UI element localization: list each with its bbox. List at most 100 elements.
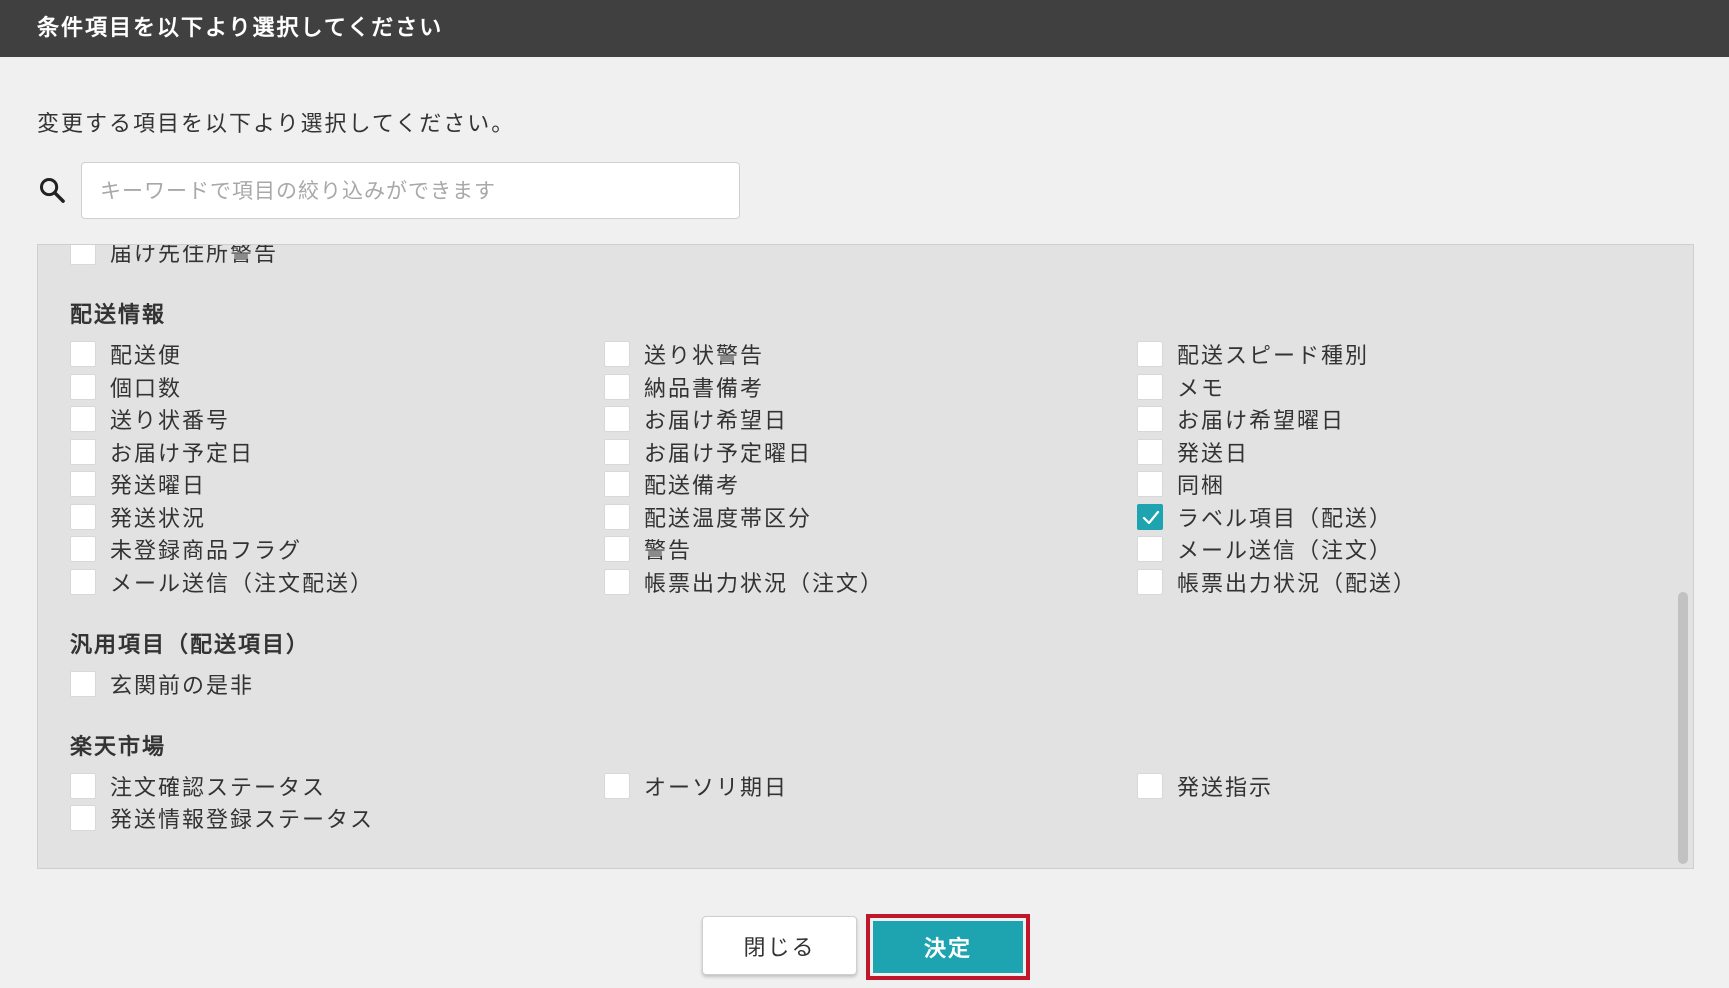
- checkbox-label: 配送スピード種別: [1177, 344, 1370, 369]
- checkbox-item[interactable]: 配送備考: [604, 469, 740, 499]
- checkbox[interactable]: [70, 569, 96, 595]
- checkbox-label: 警告: [644, 539, 693, 564]
- checkbox-item[interactable]: 送り状警告: [604, 339, 764, 369]
- checkbox-label: 同梱: [1177, 474, 1226, 499]
- checkbox-label: 発送情報登録ステータス: [110, 808, 375, 833]
- checkbox-label: 発送曜日: [110, 474, 207, 499]
- checkbox-item[interactable]: 帳票出力状況（注文）: [604, 567, 884, 597]
- checkbox[interactable]: [604, 536, 630, 562]
- field-list-panel[interactable]: 届け先住所警告 配送情報 配送便 送り状警告 配送スピード種別 個口数 納品書備…: [37, 244, 1694, 869]
- checkbox-item[interactable]: 警告: [604, 534, 692, 564]
- checkbox-item[interactable]: 配送温度帯区分: [604, 502, 812, 532]
- checkbox-item[interactable]: オーソリ期日: [604, 771, 788, 801]
- checkbox-label: お届け予定曜日: [644, 442, 813, 467]
- checkbox-label: 配送備考: [644, 474, 741, 499]
- checkbox[interactable]: [1137, 569, 1163, 595]
- checkbox-label: 未登録商品フラグ: [110, 539, 303, 564]
- checkbox-item[interactable]: メール送信（注文）: [1137, 534, 1393, 564]
- checkbox-item[interactable]: お届け予定日: [70, 437, 254, 467]
- checkbox-label: メモ: [1177, 377, 1226, 402]
- checkbox-label: お届け希望日: [644, 409, 789, 434]
- checkbox[interactable]: [604, 504, 630, 530]
- checkbox[interactable]: [604, 439, 630, 465]
- confirm-button-highlight: 決定: [866, 914, 1030, 980]
- checkbox-item[interactable]: 未登録商品フラグ: [70, 534, 302, 564]
- checkbox-item[interactable]: メモ: [1137, 372, 1225, 402]
- checkbox-item[interactable]: 同梱: [1137, 469, 1225, 499]
- section-title-general: 汎用項目（配送項目）: [70, 633, 311, 658]
- checkbox[interactable]: [70, 406, 96, 432]
- checkbox-item[interactable]: お届け希望日: [604, 404, 788, 434]
- checkbox-item[interactable]: 配送便: [70, 339, 182, 369]
- close-button[interactable]: 閉じる: [702, 916, 857, 975]
- checkbox[interactable]: [604, 406, 630, 432]
- dialog-title: 条件項目を以下より選択してください: [0, 0, 1729, 57]
- scrollbar-track[interactable]: [1676, 247, 1690, 866]
- checkbox[interactable]: [604, 374, 630, 400]
- checkbox-item[interactable]: 送り状番号: [70, 404, 230, 434]
- checkbox-item[interactable]: メール送信（注文配送）: [70, 567, 374, 597]
- checkbox-item[interactable]: 発送指示: [1137, 771, 1273, 801]
- checkbox-label: 発送状況: [110, 507, 207, 532]
- checkbox-item[interactable]: 個口数: [70, 372, 182, 402]
- checkbox-item[interactable]: お届け希望曜日: [1137, 404, 1345, 434]
- checkbox-label: 帳票出力状況（注文）: [644, 572, 885, 597]
- checkbox-item[interactable]: 発送状況: [70, 502, 206, 532]
- instruction-text: 変更する項目を以下より選択してください。: [37, 112, 516, 137]
- checkbox[interactable]: [70, 341, 96, 367]
- checkbox-item[interactable]: 納品書備考: [604, 372, 764, 402]
- checkbox-label: お届け希望曜日: [1177, 409, 1346, 434]
- checkbox[interactable]: [1137, 471, 1163, 497]
- checkbox-item[interactable]: 発送日: [1137, 437, 1249, 467]
- checkbox[interactable]: [70, 536, 96, 562]
- search-input[interactable]: [81, 162, 740, 219]
- checkbox-item[interactable]: 発送情報登録ステータス: [70, 803, 374, 833]
- checkbox-item[interactable]: お届け予定曜日: [604, 437, 812, 467]
- checkbox[interactable]: [70, 671, 96, 697]
- checkbox-label: 発送日: [1177, 442, 1250, 467]
- checkbox[interactable]: [1137, 536, 1163, 562]
- checkbox-label: 送り状番号: [110, 409, 231, 434]
- checkbox[interactable]: [70, 374, 96, 400]
- checkbox-label: ラベル項目（配送）: [1177, 507, 1394, 532]
- checkbox[interactable]: [1137, 406, 1163, 432]
- checkbox-item[interactable]: 注文確認ステータス: [70, 771, 326, 801]
- checkbox[interactable]: [1137, 439, 1163, 465]
- checkbox-item[interactable]: 発送曜日: [70, 469, 206, 499]
- checkbox[interactable]: [604, 569, 630, 595]
- checkbox[interactable]: [604, 471, 630, 497]
- scrollbar-thumb[interactable]: [1678, 592, 1688, 864]
- checkbox-item[interactable]: 配送スピード種別: [1137, 339, 1369, 369]
- checkbox-label: 配送便: [110, 344, 183, 369]
- section-title-shipping: 配送情報: [70, 303, 167, 328]
- checkbox-item-partial[interactable]: 届け先住所警告: [70, 244, 279, 267]
- checkbox-label: メール送信（注文）: [1177, 539, 1394, 564]
- checkbox[interactable]: [1137, 341, 1163, 367]
- checkmark-icon: [1142, 510, 1160, 525]
- checkbox[interactable]: [604, 341, 630, 367]
- checkbox[interactable]: [1137, 374, 1163, 400]
- checkbox[interactable]: [70, 245, 96, 265]
- checkbox-label: 送り状警告: [644, 344, 765, 369]
- checkbox-label: 個口数: [110, 377, 183, 402]
- checkbox-checked[interactable]: [1137, 504, 1163, 530]
- checkbox[interactable]: [70, 805, 96, 831]
- checkbox-item[interactable]: 帳票出力状況（配送）: [1137, 567, 1417, 597]
- checkbox-label: 注文確認ステータス: [110, 776, 327, 801]
- checkbox-label: 配送温度帯区分: [644, 507, 813, 532]
- checkbox-label: 玄関前の是非: [110, 674, 255, 699]
- checkbox-label: 届け先住所警告: [110, 244, 279, 267]
- confirm-button[interactable]: 決定: [873, 921, 1023, 973]
- checkbox-label: お届け予定日: [110, 442, 255, 467]
- checkbox[interactable]: [70, 773, 96, 799]
- checkbox-label: 発送指示: [1177, 776, 1274, 801]
- checkbox[interactable]: [604, 773, 630, 799]
- checkbox[interactable]: [70, 471, 96, 497]
- checkbox-label: 帳票出力状況（配送）: [1177, 572, 1418, 597]
- checkbox-label: オーソリ期日: [644, 776, 789, 801]
- checkbox-item[interactable]: 玄関前の是非: [70, 669, 254, 699]
- checkbox[interactable]: [70, 439, 96, 465]
- checkbox-item[interactable]: ラベル項目（配送）: [1137, 502, 1393, 532]
- checkbox[interactable]: [1137, 773, 1163, 799]
- checkbox[interactable]: [70, 504, 96, 530]
